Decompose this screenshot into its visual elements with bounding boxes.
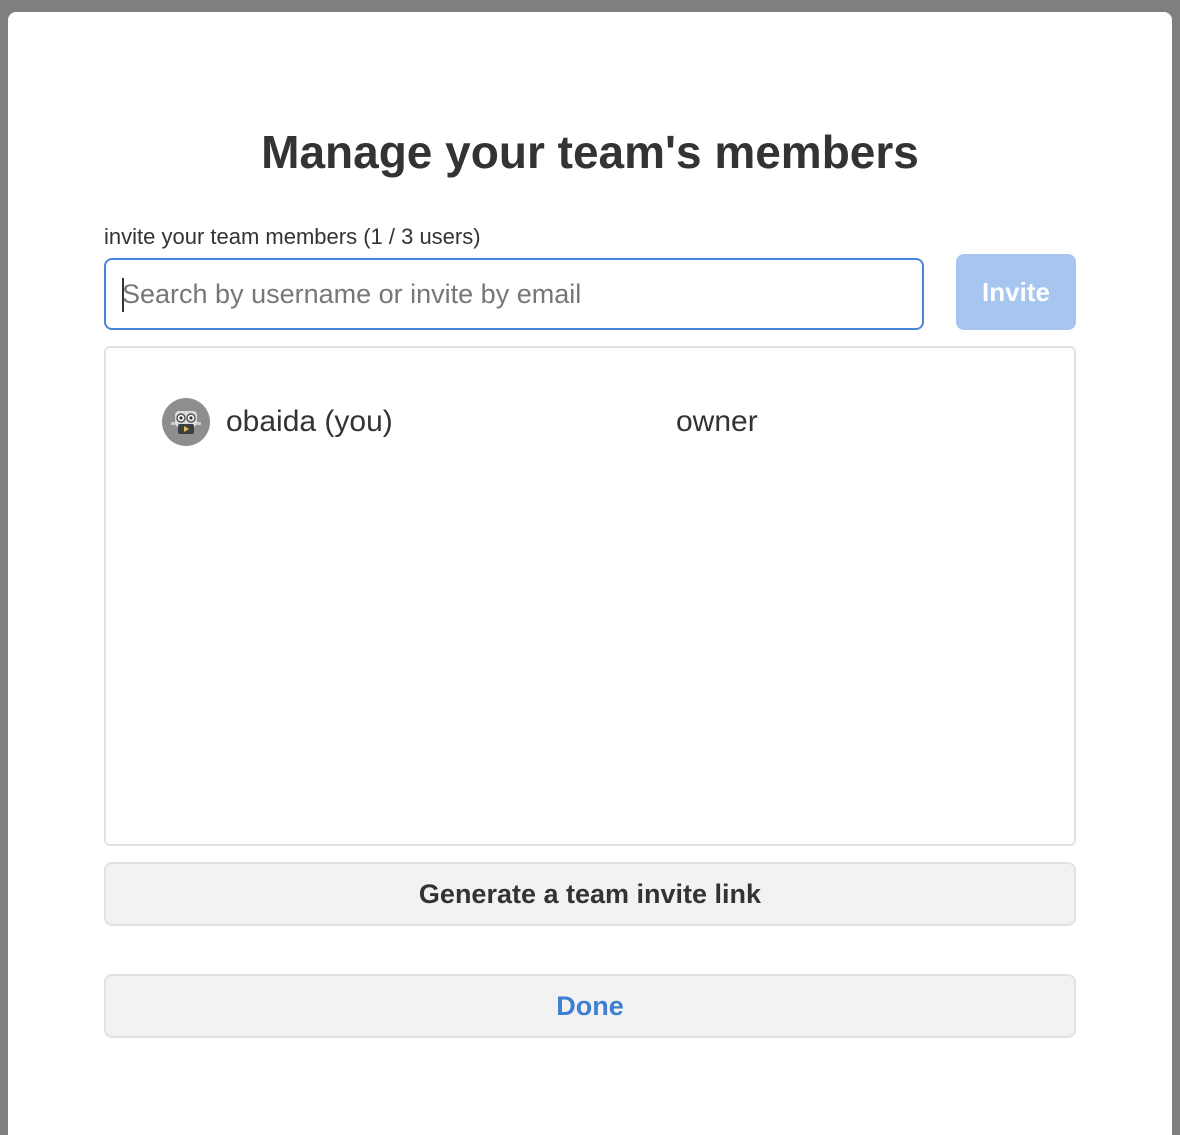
member-role: owner (676, 405, 758, 438)
invite-button[interactable]: Invite (956, 254, 1076, 330)
search-input[interactable] (106, 260, 922, 328)
manage-members-dialog: Manage your team's members invite your t… (8, 12, 1172, 1135)
done-button[interactable]: Done (104, 974, 1076, 1038)
member-name: obaida (you) (226, 405, 393, 438)
dialog-title: Manage your team's members (261, 126, 919, 178)
generate-invite-link-button[interactable]: Generate a team invite link (104, 862, 1076, 926)
members-list: obaida (you) owner (104, 346, 1076, 846)
member-row: obaida (you) owner (162, 396, 1022, 448)
invite-label: invite your team members (1 / 3 users) (104, 224, 481, 249)
robot-avatar-icon (162, 398, 210, 446)
text-caret (122, 278, 124, 312)
search-field-wrapper (104, 258, 924, 330)
